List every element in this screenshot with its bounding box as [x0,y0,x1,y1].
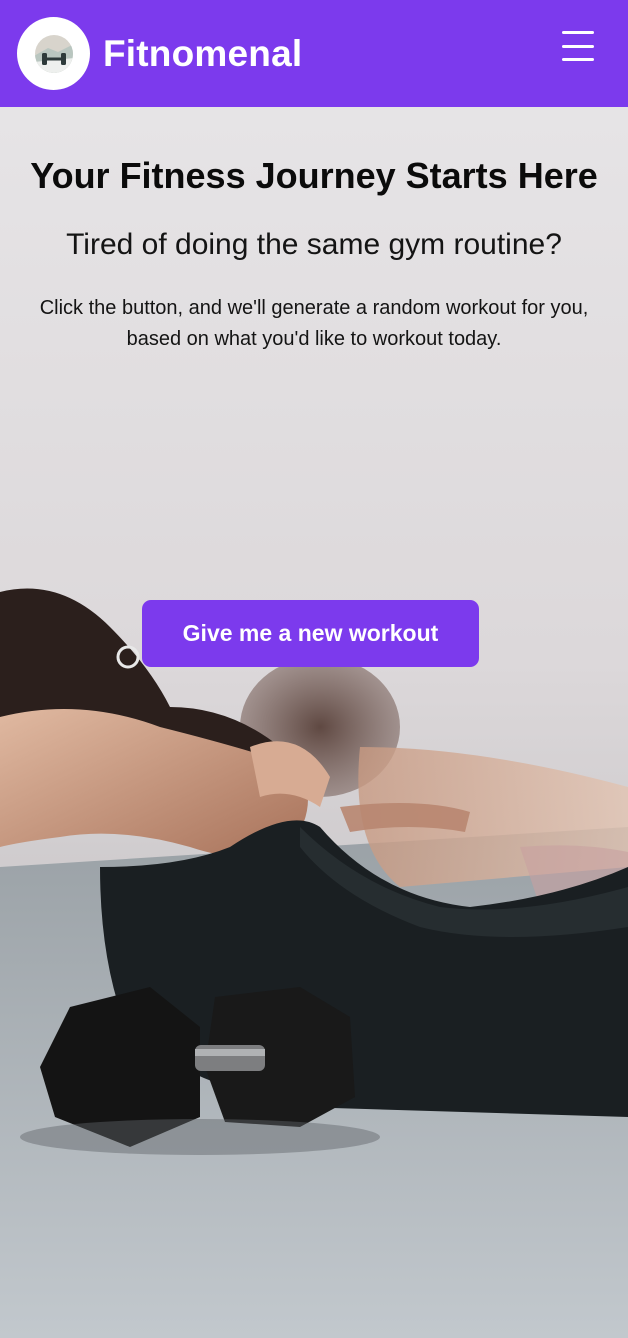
hero-description-line: Click the button, and we'll generate a r… [39,297,589,319]
hero-title: Your Fitness Journey Starts Here [30,155,598,196]
hero-section: Your Fitness Journey Starts Here Tired o… [0,107,628,1338]
new-workout-button[interactable]: Give me a new workout [142,600,479,667]
hamburger-menu-icon[interactable] [562,31,594,61]
hero-background-image [0,107,628,1338]
menu-line [562,31,594,34]
hero-description-line: based on what you'd like to workout toda… [126,328,502,350]
logo[interactable] [17,17,90,90]
navbar: Fitnomenal [0,0,628,107]
brand-name[interactable]: Fitnomenal [103,33,302,75]
menu-line [562,44,594,48]
dumbbell-logo-icon [34,34,73,73]
hero-description: Click the button, and we'll generate a r… [0,293,628,355]
hero-subtitle: Tired of doing the same gym routine? [66,228,562,261]
menu-line [562,58,594,61]
